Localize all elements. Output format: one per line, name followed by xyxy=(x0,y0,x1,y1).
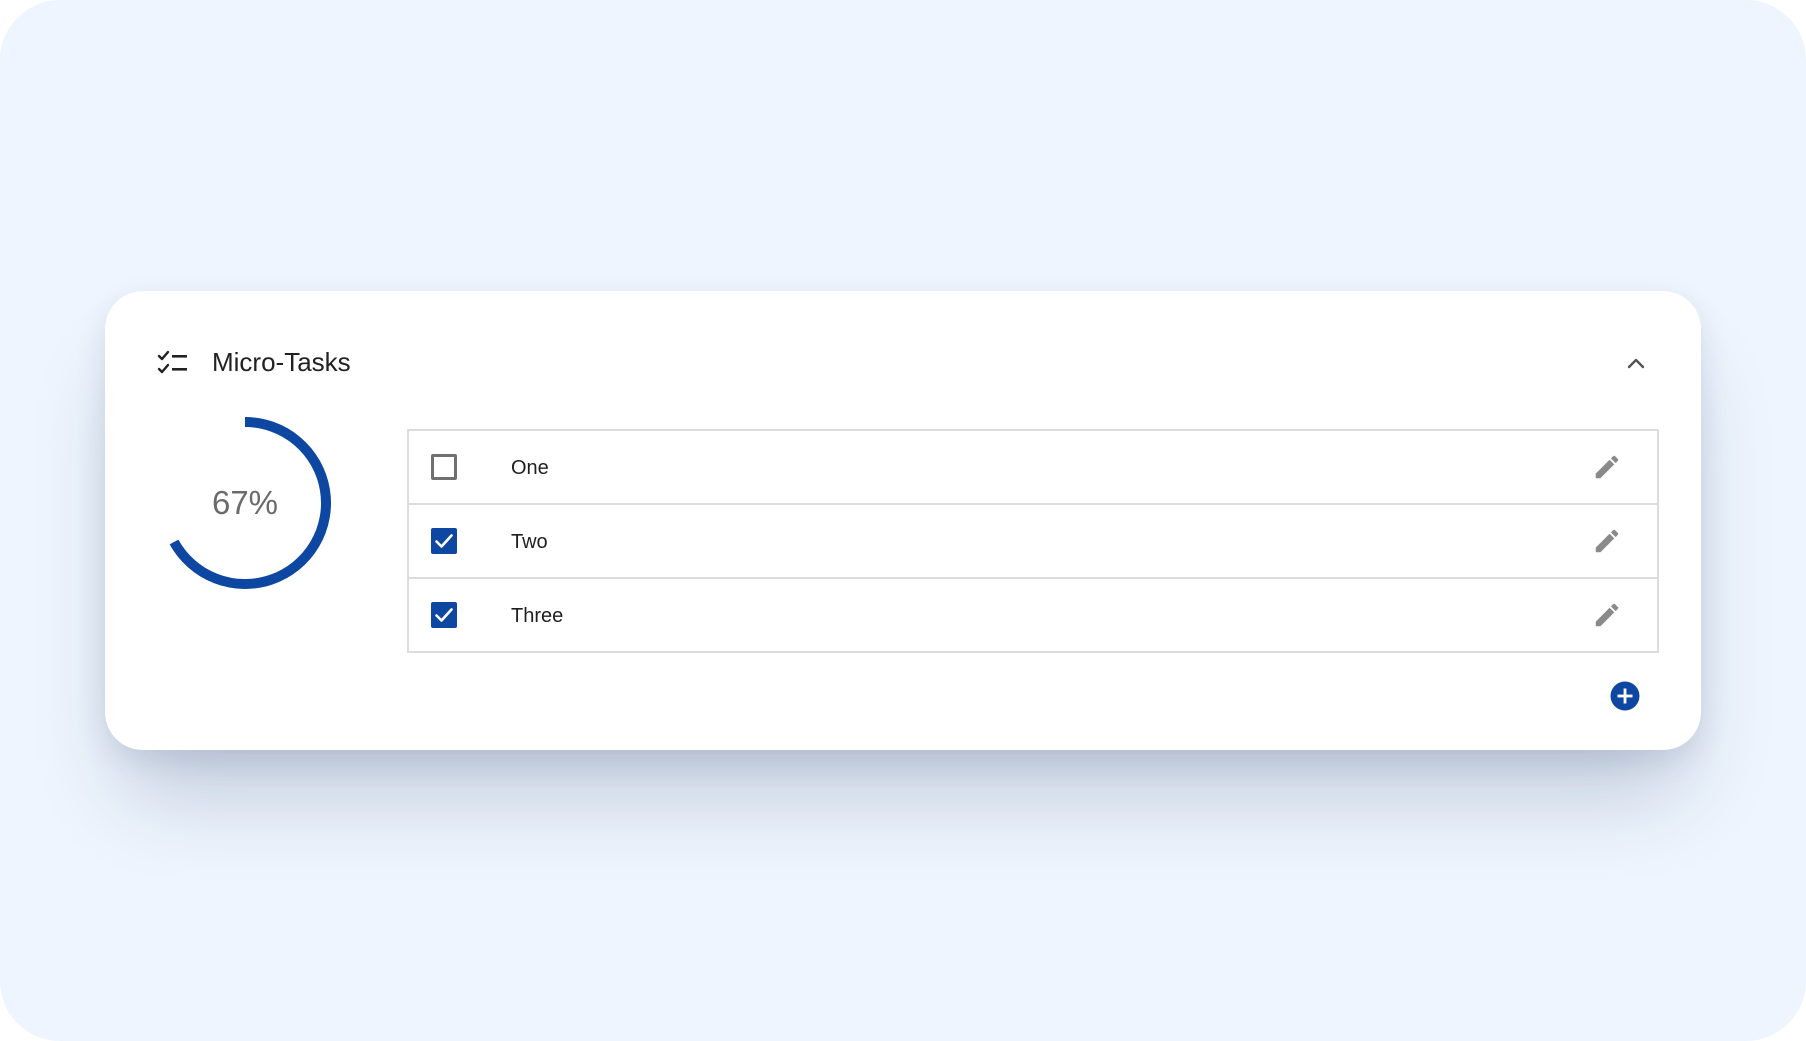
pencil-icon[interactable] xyxy=(1592,600,1622,630)
pencil-icon[interactable] xyxy=(1592,452,1622,482)
progress-percentage: 67% xyxy=(211,484,279,521)
plus-circle-icon[interactable] xyxy=(1610,681,1640,711)
task-checkbox[interactable] xyxy=(431,602,457,628)
checklist-icon xyxy=(157,350,187,374)
task-label: Two xyxy=(511,531,548,553)
task-label: One xyxy=(511,457,549,479)
micro-tasks-card: Micro-Tasks 67% One Two Three xyxy=(105,291,1701,750)
task-label: Three xyxy=(511,605,564,627)
task-row: Three xyxy=(407,577,1659,653)
task-row: One xyxy=(407,429,1659,505)
section-title: Micro-Tasks xyxy=(212,347,351,377)
task-checkbox[interactable] xyxy=(431,528,457,554)
task-list: One Two Three xyxy=(407,429,1659,653)
chevron-up-icon[interactable] xyxy=(1621,348,1651,378)
checkmark-icon xyxy=(435,534,453,548)
pencil-icon[interactable] xyxy=(1592,526,1622,556)
checkmark-icon xyxy=(435,608,453,622)
task-row: Two xyxy=(407,503,1659,579)
page-background: Micro-Tasks 67% One Two Three xyxy=(0,0,1806,1041)
task-checkbox[interactable] xyxy=(431,454,457,480)
